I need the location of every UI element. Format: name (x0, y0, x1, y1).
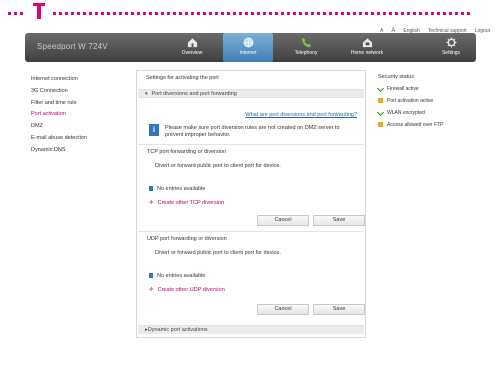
create-tcp-label: Create other TCP diversion (157, 200, 225, 206)
sidebar-item-dmz[interactable]: DMZ (31, 121, 131, 133)
tcp-save-button[interactable]: Save (313, 215, 365, 226)
brand-dots-right (53, 12, 470, 15)
logout-link[interactable]: Logout (475, 28, 490, 34)
section-dynamic-port-label: Dynamic port activations (147, 327, 208, 333)
home-icon (187, 38, 197, 48)
tcp-no-entries-label: No entries available (157, 186, 206, 192)
page-title: Settings for activating the port (146, 75, 219, 81)
info-box: i Please make sure port diversion rules … (149, 123, 359, 139)
gear-icon (445, 37, 457, 48)
sidebar-item-internet-connection[interactable]: Internet connection (31, 74, 131, 86)
device-name: Speedport W 724V (37, 42, 108, 51)
udp-title: UDP port forwarding or diversion (147, 236, 227, 242)
info-icon: i (149, 124, 159, 136)
section-port-diversions-label: Port diversions and port forwarding (151, 91, 237, 97)
tcp-description: Divert or forward public port to client … (155, 163, 281, 169)
warning-icon: ! (378, 122, 383, 127)
info-text: Please make sure port diversion rules ar… (165, 125, 340, 138)
nav-home-network[interactable]: Home network (338, 33, 396, 62)
telekom-logo[interactable] (33, 3, 45, 19)
nav-settings[interactable]: Settings (426, 33, 476, 62)
house-icon (362, 38, 372, 48)
main-navbar: Speedport W 724V Overview Internet Telep… (25, 33, 476, 62)
divider (138, 144, 364, 145)
sidebar-item-dynamic-dns[interactable]: Dynamic DNS (31, 145, 131, 157)
sidebar-item-port-activation[interactable]: Port activation (31, 109, 131, 121)
security-item-ftp[interactable]: ! Access allowed over FTP (378, 121, 493, 133)
check-icon (376, 108, 385, 117)
udp-description: Divert or forward public port to client … (155, 250, 281, 256)
create-udp-label: Create other UDP diversion (157, 287, 225, 293)
tcp-no-entries: No entries available (149, 186, 205, 192)
tcp-title: TCP port forwarding or diversion (147, 149, 227, 155)
security-item-label: WLAN encrypted (387, 110, 425, 116)
plus-icon: ✛ (149, 200, 154, 206)
security-item-label: Access allowed over FTP (387, 122, 444, 128)
udp-no-entries: No entries available (149, 273, 205, 279)
nav-overview[interactable]: Overview (167, 33, 217, 62)
nav-settings-label: Settings (441, 50, 461, 56)
security-status: Security status Firewall active ! Port ac… (376, 74, 493, 133)
info-icon (149, 273, 153, 279)
sidebar: Internet connection 3G Connection Filter… (31, 74, 131, 157)
brand-dots-left (8, 12, 23, 15)
security-item-firewall: Firewall active (376, 84, 493, 97)
sidebar-item-filter-time-rule[interactable]: Filter and time rule (31, 98, 131, 110)
telekom-strip (0, 0, 500, 24)
security-item-port-activation[interactable]: ! Port activation active (378, 97, 493, 109)
warning-icon: ! (378, 98, 383, 103)
info-icon (149, 186, 153, 192)
sidebar-item-3g-connection[interactable]: 3G Connection (31, 86, 131, 98)
phone-icon (301, 37, 311, 48)
section-port-diversions-header[interactable]: ▾ Port diversions and port forwarding (138, 89, 364, 98)
check-icon (376, 84, 385, 93)
nav-telephony[interactable]: Telephony (281, 33, 331, 62)
nav-internet-label: Internet (239, 50, 257, 56)
nav-home-network-label: Home network (350, 50, 384, 56)
section-dynamic-port-header[interactable]: ▸Dynamic port activations (138, 325, 364, 334)
udp-no-entries-label: No entries available (157, 273, 206, 279)
tcp-cancel-button[interactable]: Cancel (257, 215, 309, 226)
divider (138, 231, 364, 232)
security-status-title: Security status (378, 74, 415, 80)
create-udp-diversion-link[interactable]: ✛ Create other UDP diversion (149, 287, 225, 293)
security-item-wlan: WLAN encrypted (376, 108, 493, 121)
security-item-label: Firewall active (387, 86, 419, 92)
collapse-arrow-icon: ▾ (145, 91, 148, 97)
help-link[interactable]: What are port diversions and port forwar… (245, 112, 357, 118)
security-item-label: Port activation active (387, 98, 434, 104)
globe-icon (243, 37, 253, 48)
port-activation-panel: Settings for activating the port ▾ Port d… (136, 70, 366, 338)
plus-icon: ✛ (149, 287, 154, 293)
create-tcp-diversion-link[interactable]: ✛ Create other TCP diversion (149, 200, 224, 206)
udp-cancel-button[interactable]: Cancel (257, 304, 309, 315)
sidebar-item-email-abuse[interactable]: E-mail abuse detection (31, 133, 131, 145)
nav-telephony-label: Telephony (294, 50, 318, 56)
udp-save-button[interactable]: Save (313, 304, 365, 315)
nav-internet[interactable]: Internet (223, 33, 273, 62)
nav-overview-label: Overview (181, 50, 203, 56)
